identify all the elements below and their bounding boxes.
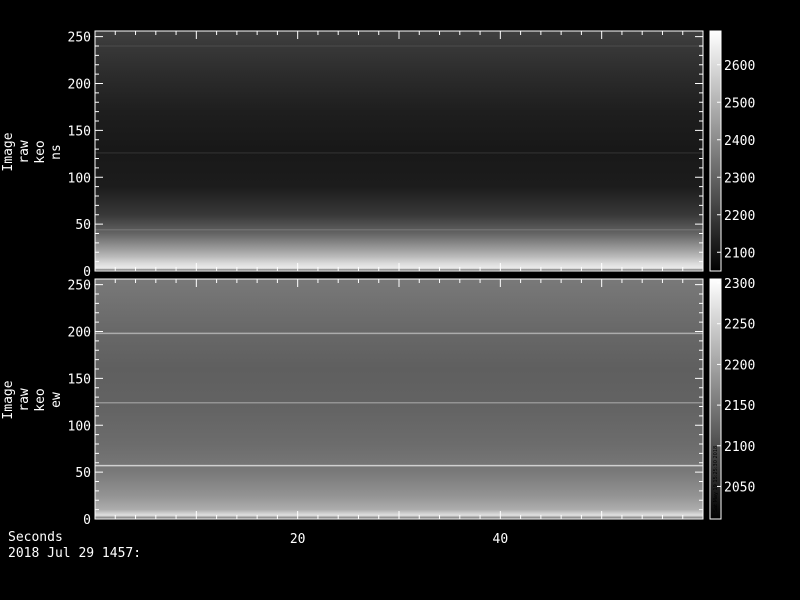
x-tick-label: 40	[493, 532, 509, 547]
colorbar-tick-label: 2100	[724, 440, 755, 455]
panel-2: 0 50 100 150 200 250 Image raw keo ew 2050 2100 2150…	[1, 277, 755, 528]
colorbar-tick-label: 2600	[724, 59, 755, 74]
panel-1: 050100150200250Image raw keo ns210022002300…	[1, 30, 755, 280]
colorbar-tick-label: 2150	[724, 399, 755, 414]
y-tick-label: 100	[68, 171, 91, 186]
y-axis-label-line: raw	[17, 388, 32, 412]
y-tick-label: 150	[68, 372, 91, 387]
y-tick-label: 200	[68, 78, 91, 93]
x-tick-label: 20	[290, 532, 306, 547]
y-tick-label: 250	[68, 279, 91, 294]
y-axis-label-line: Image	[1, 132, 16, 171]
y-axis-label-line: ns	[49, 144, 64, 160]
colorbar-tick-label: 2300	[724, 171, 755, 186]
y-tick-label: 0	[83, 513, 91, 528]
heatmap-image	[95, 31, 703, 271]
colorbar-tick-label: 2300	[724, 277, 755, 292]
keogram-figure: 050100150200250Image raw keo ns210022002300…	[1, 30, 755, 547]
colorbar-tick-label: 2250	[724, 318, 755, 333]
colorbar-tick-label: 2500	[724, 96, 755, 111]
colorbar-tick-label: 2100	[724, 246, 755, 261]
y-axis-label-line: ew	[49, 392, 64, 408]
heatmap-image	[95, 279, 703, 519]
colorbar	[709, 30, 722, 272]
y-axis-label-line: raw	[17, 140, 32, 164]
y-tick-label: 250	[68, 31, 91, 46]
colorbar-tick-label: 2050	[724, 480, 755, 495]
timestamp: 2018 Jul 29 1457:	[8, 546, 142, 561]
colorbar-note: Sat May 19 15:25:30 2018	[713, 446, 719, 512]
y-axis-label-line: keo	[33, 140, 48, 163]
colorbar-tick-label: 2200	[724, 358, 755, 373]
y-tick-label: 100	[68, 419, 91, 434]
y-tick-label: 50	[75, 218, 91, 233]
y-axis-label-line: Image	[1, 380, 16, 419]
y-tick-label: 200	[68, 326, 91, 341]
y-tick-label: 50	[75, 466, 91, 481]
colorbar-tick-label: 2400	[724, 134, 755, 149]
y-axis-label-line: keo	[33, 388, 48, 411]
colorbar-tick-label: 2200	[724, 209, 755, 224]
y-tick-label: 150	[68, 124, 91, 139]
x-axis-label: Seconds	[8, 530, 63, 545]
